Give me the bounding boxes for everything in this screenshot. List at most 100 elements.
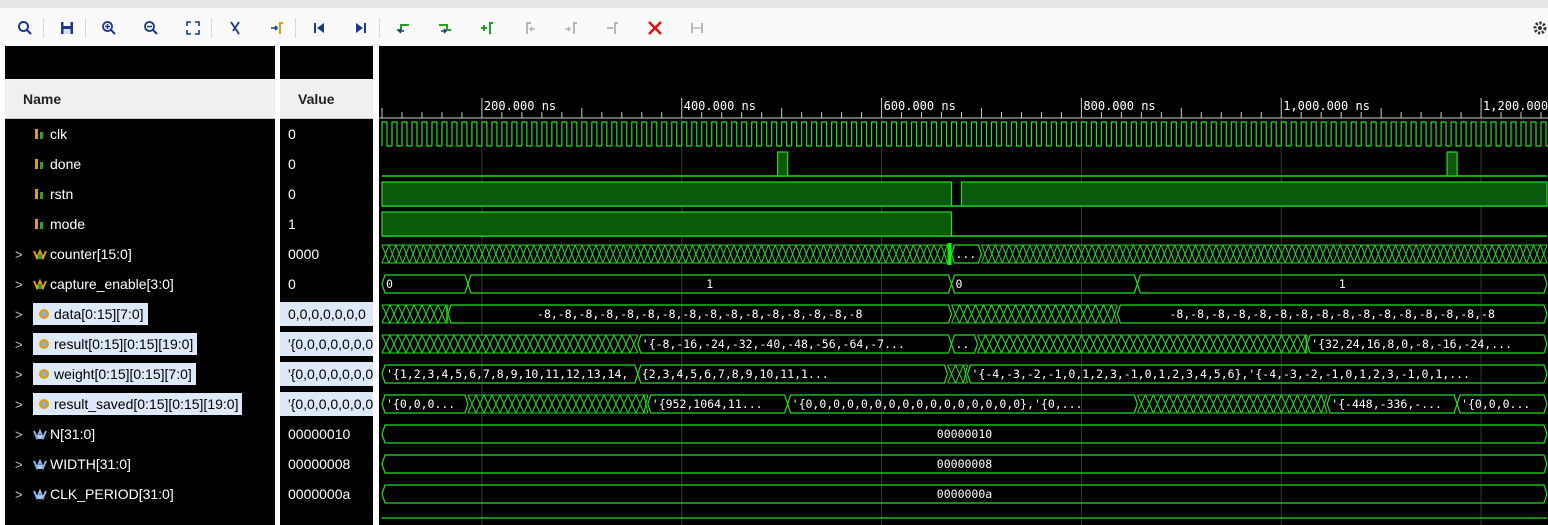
capture_enable-segment-label: 1 (706, 277, 713, 291)
signal-row[interactable]: done (5, 149, 275, 179)
save-icon[interactable] (55, 16, 79, 40)
zoom-fit-icon[interactable] (181, 16, 205, 40)
signal-value: 0 (288, 156, 296, 172)
time-tick-label: 800.000 ns (1083, 99, 1155, 113)
time-tick-label: 1,200.000 (1483, 99, 1548, 113)
signal-row[interactable]: mode (5, 209, 275, 239)
CLK_PERIOD-segment-label: 0000000a (937, 487, 992, 501)
expand-chevron-icon[interactable]: > (15, 247, 23, 262)
result_saved-segment-label: '{0,0,0... (1461, 397, 1530, 411)
add-marker-icon[interactable] (265, 16, 289, 40)
result-segment-label: '{-8,-16,-24,-32,-40,-48,-56,-64,-7... (642, 337, 905, 351)
swap-markers-icon[interactable] (601, 16, 625, 40)
expand-chevron-icon[interactable]: > (15, 397, 23, 412)
zoom-in-icon[interactable] (97, 16, 121, 40)
signal-row[interactable]: > result_saved[0:15][0:15][19:0] (5, 389, 275, 419)
signal-name: result[0:15][0:15][19:0] (54, 336, 194, 352)
rstn-high-region (960, 181, 1548, 207)
expand-chevron-icon[interactable]: > (15, 307, 23, 322)
signal-name-cell[interactable]: rstn (33, 186, 73, 202)
weight-busy-region (947, 364, 968, 384)
result_saved-busy-region (1136, 394, 1328, 414)
value-column-header[interactable]: Value (280, 79, 373, 119)
done-high-region (777, 151, 789, 177)
signal-name: capture_enable[3:0] (50, 276, 174, 292)
signal-name-cell[interactable]: clk (33, 126, 67, 142)
signal-name-cell[interactable]: capture_enable[3:0] (33, 276, 174, 292)
signal-name-cell[interactable]: done (33, 156, 81, 172)
signal-value: 1 (288, 216, 296, 232)
capture_enable-bus-segment (950, 274, 1138, 294)
signal-value: 00000008 (288, 456, 351, 472)
time-tick-label: 600.000 ns (884, 99, 956, 113)
previous-transition-icon[interactable] (391, 16, 415, 40)
signal-name: rstn (50, 186, 74, 202)
signal-row[interactable]: > CLK_PERIOD[31:0] (5, 479, 275, 509)
signal-name: data[0:15][7:0] (54, 306, 144, 322)
expand-icon[interactable] (685, 16, 709, 40)
capture_enable-segment-label: 0 (386, 277, 393, 291)
signal-name: WIDTH[31:0] (50, 456, 131, 472)
signal-name: clk (50, 126, 68, 142)
data-segment-label: -8,-8,-8,-8,-8,-8,-8,-8,-8,-8,-8,-8,-8,-… (1169, 307, 1494, 321)
signal-row[interactable]: > counter[15:0] (5, 239, 275, 269)
expand-chevron-icon[interactable]: > (15, 487, 23, 502)
signal-name-cell[interactable]: data[0:15][7:0] (33, 303, 148, 325)
signal-row[interactable]: > WIDTH[31:0] (5, 449, 275, 479)
signal-value: 0000000a (288, 486, 351, 502)
expand-chevron-icon[interactable]: > (15, 277, 23, 292)
capture_enable-segment-label: 1 (1339, 277, 1346, 291)
expand-chevron-icon[interactable]: > (15, 427, 23, 442)
parameter-icon (33, 457, 50, 471)
cursor-to-zero-icon[interactable] (223, 16, 247, 40)
go-to-end-icon[interactable] (349, 16, 373, 40)
signal-name-cell[interactable]: mode (33, 216, 85, 232)
expand-chevron-icon[interactable]: > (15, 457, 23, 472)
result_saved-busy-region (467, 394, 649, 414)
array-signal-icon (37, 307, 54, 321)
bus-signal-icon (33, 277, 50, 291)
search-icon[interactable] (13, 16, 37, 40)
previous-marker-icon[interactable] (517, 16, 541, 40)
signal-name-cell[interactable]: result[0:15][0:15][19:0] (33, 333, 198, 355)
signal-row[interactable]: > result[0:15][0:15][19:0] (5, 329, 275, 359)
add-marker-green-icon[interactable] (475, 16, 499, 40)
expand-chevron-icon[interactable]: > (15, 367, 23, 382)
waveform-panel[interactable]: 200.000 ns 400.000 ns 600.000 ns 800.000 ns… (379, 46, 1548, 525)
signal-name-cell[interactable]: CLK_PERIOD[31:0] (33, 486, 174, 502)
signal-name: CLK_PERIOD[31:0] (50, 486, 174, 502)
signal-row[interactable]: rstn (5, 179, 275, 209)
next-transition-icon[interactable] (433, 16, 457, 40)
signal-name-cell[interactable]: WIDTH[31:0] (33, 456, 131, 472)
signal-name: N[31:0] (50, 426, 96, 442)
signal-name: done (50, 156, 82, 172)
array-signal-icon (37, 367, 54, 381)
counter-segment-label: ... (956, 247, 977, 261)
signal-value: 0,0,0,0,0,0,0 (280, 302, 373, 326)
signal-name-cell[interactable]: result_saved[0:15][0:15][19:0] (33, 393, 243, 415)
signal-row[interactable]: > weight[0:15][0:15][7:0] (5, 359, 275, 389)
signal-row[interactable]: > data[0:15][7:0] (5, 299, 275, 329)
counter-busy-region (381, 244, 948, 264)
signal-name-cell[interactable]: counter[15:0] (33, 246, 132, 262)
weight-segment-label: {2,3,4,5,6,7,8,9,10,11,1... (642, 367, 829, 381)
delete-icon[interactable] (643, 16, 667, 40)
waveform-canvas[interactable]: 200.000 ns 400.000 ns 600.000 ns 800.000 ns… (379, 46, 1548, 525)
result-segment-label: '{32,24,16,8,0,-8,-16,-24,... (1311, 337, 1512, 351)
signal-row[interactable]: > capture_enable[3:0] (5, 269, 275, 299)
capture_enable-segment-label: 0 (956, 277, 963, 291)
counter-busy-region (981, 244, 1548, 264)
expand-chevron-icon[interactable]: > (15, 337, 23, 352)
result-busy-region (977, 334, 1308, 354)
signal-row[interactable]: > N[31:0] (5, 419, 275, 449)
next-marker-icon[interactable] (559, 16, 583, 40)
settings-icon[interactable] (1528, 16, 1548, 40)
signal-value: '{0,0,0,0,0,0,0 (280, 392, 373, 416)
signal-name-cell[interactable]: N[31:0] (33, 426, 95, 442)
rstn-high-region (381, 181, 953, 207)
signal-row[interactable]: clk (5, 119, 275, 149)
signal-name-cell[interactable]: weight[0:15][0:15][7:0] (33, 363, 196, 385)
zoom-out-icon[interactable] (139, 16, 163, 40)
name-column-header[interactable]: Name (5, 79, 275, 119)
go-to-start-icon[interactable] (307, 16, 331, 40)
